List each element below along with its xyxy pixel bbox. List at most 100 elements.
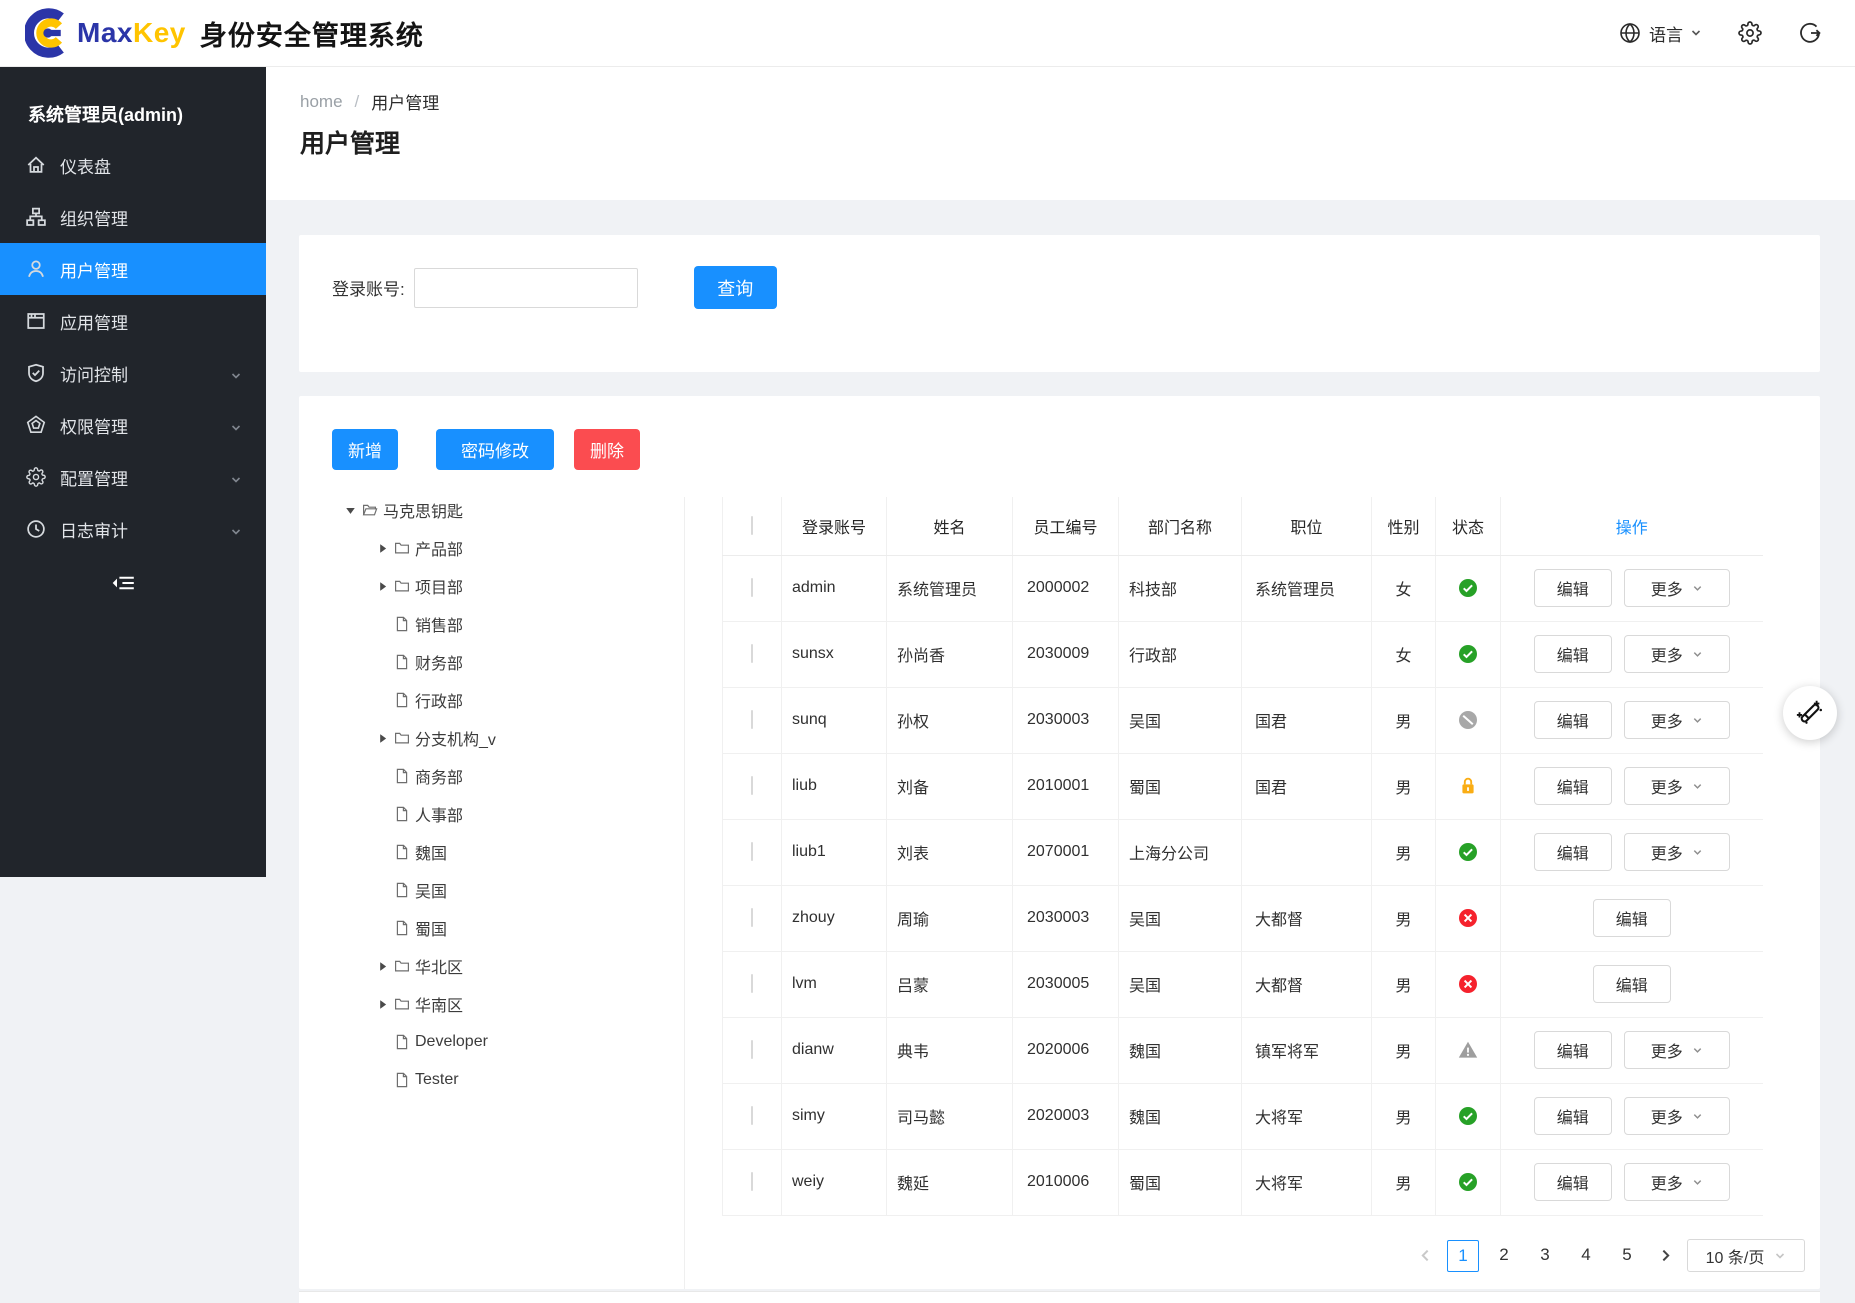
sidebar-item-access-control[interactable]: 访问控制 bbox=[0, 347, 266, 399]
tree-node[interactable]: 项目部 bbox=[299, 567, 684, 605]
edit-button[interactable]: 编辑 bbox=[1534, 569, 1612, 607]
delete-button[interactable]: 删除 bbox=[574, 429, 640, 470]
search-row: 登录账号: 查询 bbox=[332, 266, 777, 309]
edit-button[interactable]: 编辑 bbox=[1593, 899, 1671, 937]
settings-button[interactable] bbox=[1738, 21, 1762, 45]
tree-node[interactable]: 吴国 bbox=[299, 871, 684, 909]
employee-id-cell: 2030009 bbox=[1013, 621, 1119, 687]
tree-node[interactable]: Tester bbox=[299, 1061, 684, 1099]
tree-node[interactable]: 人事部 bbox=[299, 795, 684, 833]
pagination-page-3[interactable]: 3 bbox=[1529, 1240, 1561, 1272]
sidebar-item-dashboard[interactable]: 仪表盘 bbox=[0, 139, 266, 191]
add-button[interactable]: 新增 bbox=[332, 429, 398, 470]
pagination-page-1[interactable]: 1 bbox=[1447, 1240, 1479, 1272]
row-checkbox[interactable] bbox=[751, 1106, 753, 1125]
caret-right-icon[interactable] bbox=[372, 994, 392, 1014]
tree-node[interactable]: 产品部 bbox=[299, 529, 684, 567]
tree-node[interactable]: 蜀国 bbox=[299, 909, 684, 947]
row-checkbox[interactable] bbox=[751, 710, 753, 729]
page-size-select[interactable]: 10 条/页 bbox=[1687, 1239, 1805, 1272]
sidebar-item-configuration[interactable]: 配置管理 bbox=[0, 451, 266, 503]
pagination-page-4[interactable]: 4 bbox=[1570, 1240, 1602, 1272]
tree-table-divider bbox=[684, 497, 685, 1289]
edit-button[interactable]: 编辑 bbox=[1534, 1163, 1612, 1201]
department-cell: 行政部 bbox=[1119, 621, 1242, 687]
caret-right-icon[interactable] bbox=[372, 956, 392, 976]
position-cell bbox=[1242, 819, 1372, 885]
edit-button[interactable]: 编辑 bbox=[1534, 767, 1612, 805]
query-button[interactable]: 查询 bbox=[694, 266, 777, 309]
more-button[interactable]: 更多 bbox=[1624, 1163, 1730, 1201]
caret-spacer bbox=[372, 842, 392, 862]
edit-button[interactable]: 编辑 bbox=[1593, 965, 1671, 1003]
edit-button[interactable]: 编辑 bbox=[1534, 1031, 1612, 1069]
sidebar-item-permissions[interactable]: 权限管理 bbox=[0, 399, 266, 451]
sidebar-item-users[interactable]: 用户管理 bbox=[0, 243, 266, 295]
login-account-input[interactable] bbox=[414, 268, 638, 308]
file-icon bbox=[392, 1070, 412, 1090]
pagination-page-5[interactable]: 5 bbox=[1611, 1240, 1643, 1272]
employee-id-cell: 2030003 bbox=[1013, 687, 1119, 753]
name-cell: 孙尚香 bbox=[887, 621, 1013, 687]
tree-node[interactable]: 华南区 bbox=[299, 985, 684, 1023]
tree-node[interactable]: 行政部 bbox=[299, 681, 684, 719]
position-cell: 大都督 bbox=[1242, 951, 1372, 1017]
tree-node[interactable]: 分支机构_v bbox=[299, 719, 684, 757]
tree-node[interactable]: Developer bbox=[299, 1023, 684, 1061]
change-password-button[interactable]: 密码修改 bbox=[436, 429, 554, 470]
caret-right-icon[interactable] bbox=[372, 728, 392, 748]
tree-node-label: 蜀国 bbox=[415, 916, 447, 940]
department-cell: 吴国 bbox=[1119, 687, 1242, 753]
tree-node-label: 华北区 bbox=[415, 954, 463, 978]
account-cell: zhouy bbox=[782, 885, 887, 951]
tree-node[interactable]: 销售部 bbox=[299, 605, 684, 643]
language-menu[interactable]: 语言 bbox=[1618, 21, 1702, 46]
more-button[interactable]: 更多 bbox=[1624, 1031, 1730, 1069]
tree-node[interactable]: 魏国 bbox=[299, 833, 684, 871]
tree-node[interactable]: 华北区 bbox=[299, 947, 684, 985]
chevron-down-icon bbox=[1692, 1111, 1703, 1122]
tree-node[interactable]: 马克思钥匙 bbox=[299, 491, 684, 529]
row-checkbox[interactable] bbox=[751, 842, 753, 861]
gear-icon bbox=[26, 467, 46, 487]
edit-button[interactable]: 编辑 bbox=[1534, 1097, 1612, 1135]
more-button[interactable]: 更多 bbox=[1624, 833, 1730, 871]
menu-fold-icon[interactable] bbox=[111, 573, 135, 593]
folder-icon bbox=[392, 994, 412, 1014]
sidebar-item-audit-log[interactable]: 日志审计 bbox=[0, 503, 266, 555]
more-button[interactable]: 更多 bbox=[1624, 635, 1730, 673]
status-cell bbox=[1436, 555, 1501, 621]
app-header: MaxKey 身份安全管理系统 语言 bbox=[0, 0, 1855, 67]
row-checkbox[interactable] bbox=[751, 908, 753, 927]
sidebar-item-organizations[interactable]: 组织管理 bbox=[0, 191, 266, 243]
caret-right-icon[interactable] bbox=[372, 538, 392, 558]
row-checkbox[interactable] bbox=[751, 776, 753, 795]
sidebar-item-applications[interactable]: 应用管理 bbox=[0, 295, 266, 347]
perm-icon bbox=[26, 415, 46, 435]
pagination-next-icon[interactable] bbox=[1652, 1240, 1678, 1272]
tree-node[interactable]: 商务部 bbox=[299, 757, 684, 795]
department-cell: 蜀国 bbox=[1119, 753, 1242, 819]
edit-button[interactable]: 编辑 bbox=[1534, 635, 1612, 673]
pagination-page-2[interactable]: 2 bbox=[1488, 1240, 1520, 1272]
logout-button[interactable] bbox=[1798, 21, 1822, 45]
caret-right-icon[interactable] bbox=[372, 576, 392, 596]
theme-wand-button[interactable] bbox=[1783, 686, 1837, 740]
pagination-prev-icon[interactable] bbox=[1412, 1240, 1438, 1272]
tree-node[interactable]: 财务部 bbox=[299, 643, 684, 681]
caret-down-icon[interactable] bbox=[340, 500, 360, 520]
more-button[interactable]: 更多 bbox=[1624, 569, 1730, 607]
row-checkbox[interactable] bbox=[751, 1040, 753, 1059]
more-button[interactable]: 更多 bbox=[1624, 767, 1730, 805]
more-button[interactable]: 更多 bbox=[1624, 701, 1730, 739]
more-button[interactable]: 更多 bbox=[1624, 1097, 1730, 1135]
row-checkbox[interactable] bbox=[751, 644, 753, 663]
select-all-checkbox[interactable] bbox=[751, 516, 753, 535]
row-checkbox[interactable] bbox=[751, 578, 753, 597]
edit-button[interactable]: 编辑 bbox=[1534, 701, 1612, 739]
breadcrumb-home[interactable]: home bbox=[300, 92, 343, 112]
row-checkbox[interactable] bbox=[751, 1172, 753, 1191]
status-cell bbox=[1436, 951, 1501, 1017]
edit-button[interactable]: 编辑 bbox=[1534, 833, 1612, 871]
row-checkbox[interactable] bbox=[751, 974, 753, 993]
